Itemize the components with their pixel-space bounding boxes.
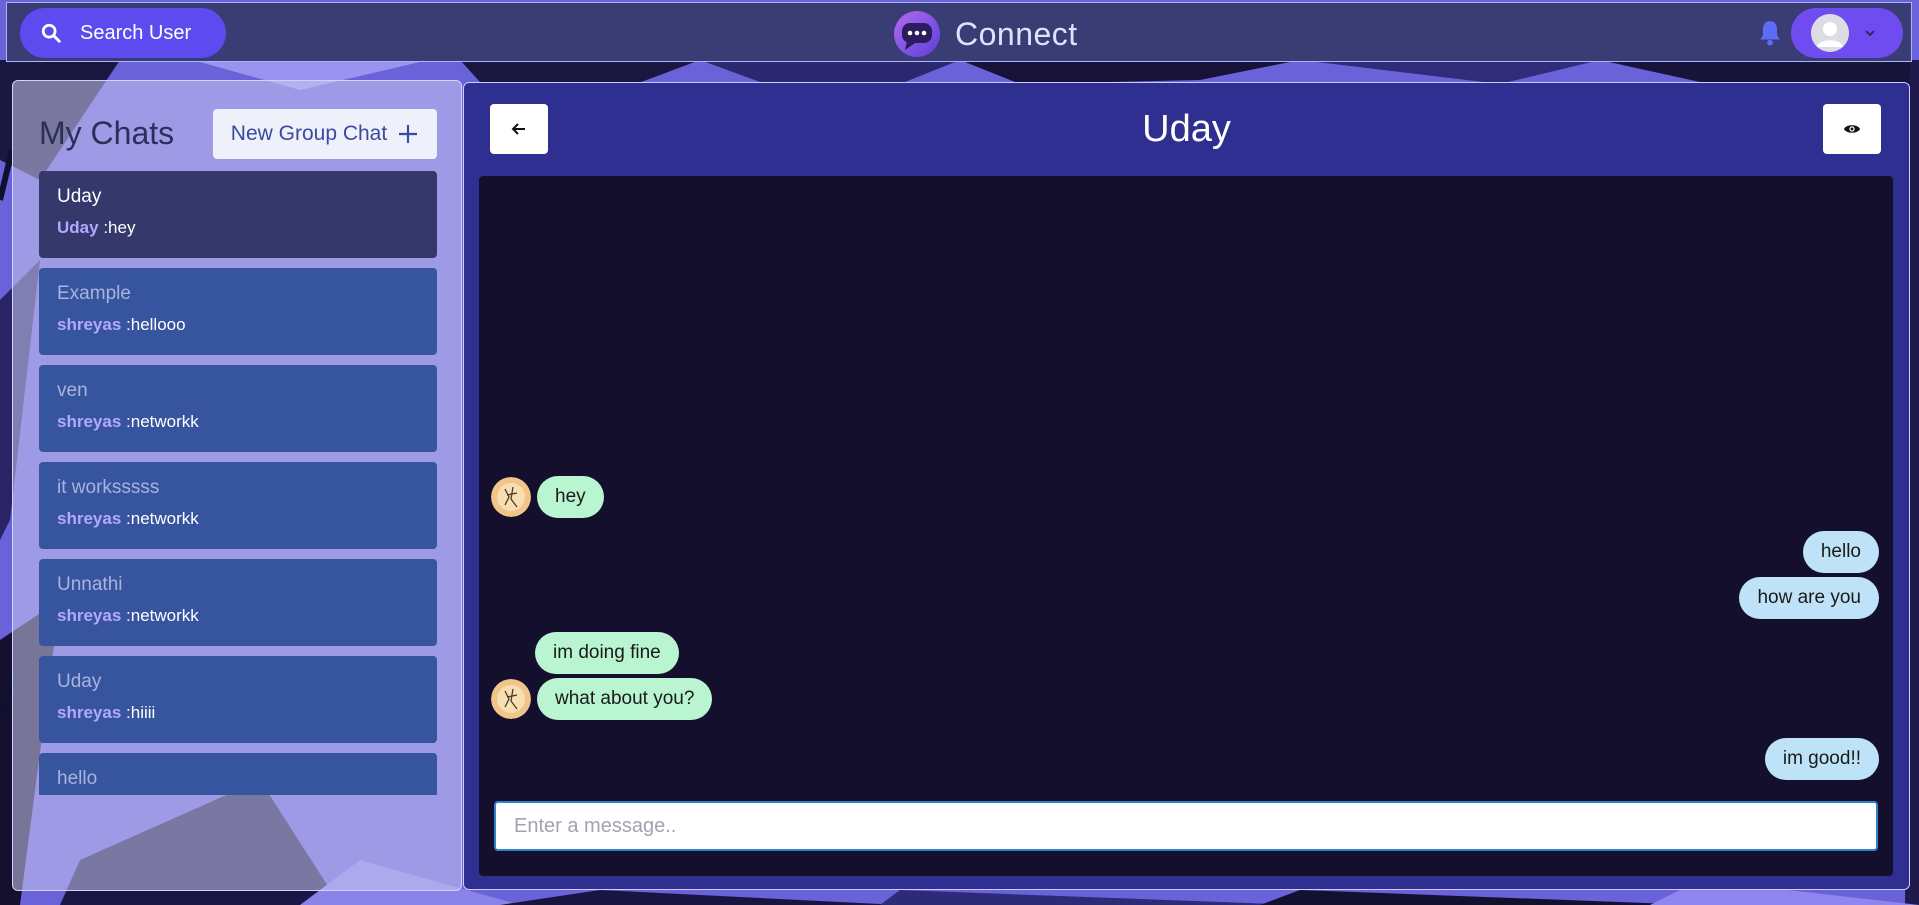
sender-avatar[interactable] (491, 477, 531, 517)
chat-list-item[interactable]: Uday Uday :hey (39, 171, 437, 258)
chat-list-item[interactable]: ven shreyas :networkk (39, 365, 437, 452)
message-row: im good!! (1764, 738, 1879, 780)
chat-latest-sender: Uday (57, 218, 99, 237)
message-bubble: hey (537, 476, 604, 518)
message-row: hey (491, 476, 604, 518)
chat-name: Uday (57, 671, 102, 692)
chat-latest-sender: shreyas (57, 606, 122, 625)
chat-latest-text: :hiiii (126, 703, 156, 722)
user-avatar-icon (1811, 14, 1849, 52)
messages-area: hey hello how are you im doing fine what… (479, 176, 1893, 876)
chat-latest-text: :networkk (126, 412, 199, 431)
message-row: what about you? (491, 678, 713, 720)
brand-name: Connect (955, 15, 1078, 52)
search-user-label: Search User (80, 21, 192, 44)
message-row: im doing fine (535, 632, 679, 674)
my-chats-title: My Chats (39, 115, 175, 151)
bell-icon[interactable] (1757, 19, 1783, 47)
message-bubble: im doing fine (535, 632, 679, 674)
chat-latest-message: shreyas :networkk (57, 605, 419, 627)
message-bubble: how are you (1739, 577, 1879, 619)
chat-list-item[interactable]: Unnathi shreyas :networkk (39, 559, 437, 646)
my-chats-panel: My Chats New Group Chat Uday Uday :hey E… (12, 80, 462, 891)
chat-latest-message: Uday :hey (57, 217, 419, 239)
search-icon (41, 23, 61, 43)
new-group-chat-button[interactable]: New Group Chat (213, 109, 437, 159)
chat-latest-sender: shreyas (57, 315, 122, 334)
sender-avatar[interactable] (491, 679, 531, 719)
chat-latest-text: :networkk (126, 509, 199, 528)
message-bubble: what about you? (537, 678, 713, 720)
message-bubble: im good!! (1764, 738, 1879, 780)
chat-list-item[interactable]: Uday shreyas :hiiii (39, 656, 437, 743)
chat-list-item[interactable]: Example shreyas :hellooo (39, 268, 437, 355)
chat-latest-text: :hey (103, 218, 136, 237)
chevron-down-icon (1865, 30, 1875, 37)
chat-latest-text: :hellooo (126, 315, 186, 334)
chat-latest-message: shreyas :hellooo (57, 314, 419, 336)
chat-name: hello (57, 768, 98, 789)
message-bubble: hello (1802, 531, 1879, 573)
view-profile-button[interactable] (1823, 104, 1881, 154)
plus-icon (399, 125, 418, 143)
chat-list: Uday Uday :hey Example shreyas :hellooo … (39, 171, 437, 795)
chat-list-item[interactable]: hello (39, 753, 437, 795)
single-chat-panel: Uday hey hello how are you im doing fine… (463, 82, 1910, 890)
chat-name: it worksssss (57, 477, 160, 498)
brand: Connect (893, 9, 1078, 59)
chat-latest-sender: shreyas (57, 412, 122, 431)
chat-latest-text: :networkk (126, 606, 199, 625)
message-row: hello (1802, 531, 1879, 573)
chat-name: Example (57, 283, 131, 304)
back-button[interactable] (490, 104, 548, 154)
chat-latest-sender: shreyas (57, 703, 122, 722)
chat-name: Uday (57, 186, 102, 207)
chat-bubble-logo-icon (894, 11, 940, 57)
message-input[interactable] (494, 801, 1878, 851)
chat-latest-message: shreyas :networkk (57, 411, 419, 433)
profile-menu-button[interactable] (1791, 8, 1903, 58)
chat-latest-message: shreyas :networkk (57, 508, 419, 530)
chat-name: ven (57, 380, 88, 401)
arrow-left-icon (511, 123, 525, 135)
message-row: how are you (1739, 577, 1879, 619)
new-group-chat-label: New Group Chat (230, 122, 388, 145)
chat-latest-message: shreyas :hiiii (57, 702, 419, 724)
chat-name: Unnathi (57, 574, 123, 595)
eye-icon (1843, 125, 1861, 133)
chat-latest-sender: shreyas (57, 509, 122, 528)
top-navbar: Search User Connect (6, 2, 1912, 62)
chat-list-item[interactable]: it worksssss shreyas :networkk (39, 462, 437, 549)
chat-title: Uday (1142, 108, 1231, 150)
search-user-button[interactable]: Search User (20, 8, 226, 58)
